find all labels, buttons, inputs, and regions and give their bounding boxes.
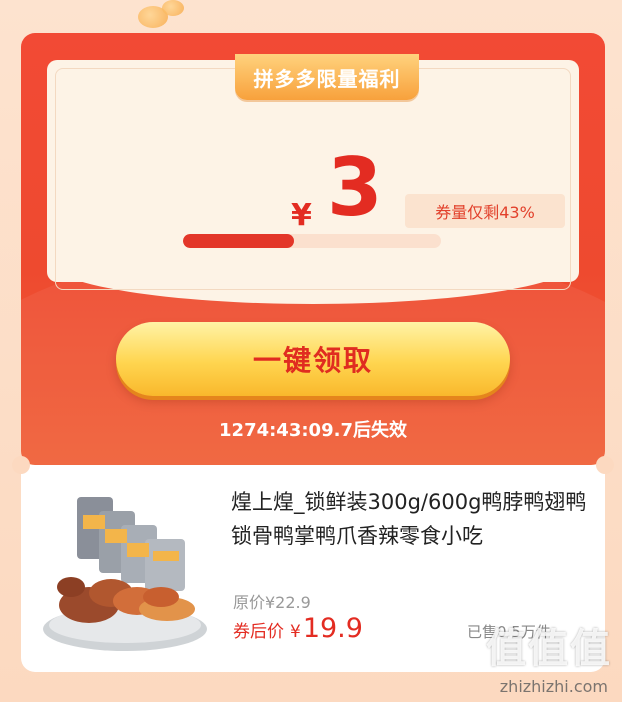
watermark-site: zhizhizhi.com [499, 677, 608, 696]
after-coupon-currency: ¥ [290, 622, 301, 642]
original-price: 原价¥22.9 [233, 593, 311, 612]
promo-tag-label: 拼多多限量福利 [235, 54, 419, 100]
remaining-progress-bar [183, 234, 441, 248]
after-coupon-amount: 19.9 [302, 613, 363, 644]
ticket-notch-right [596, 456, 614, 474]
coupon-card: 拼多多限量福利 ¥ 3 券量仅剩43% 一键领取 1274:43:09.7后失效 [21, 33, 605, 465]
coupon-amount: 3 [327, 141, 383, 234]
product-image[interactable] [41, 489, 209, 657]
ticket-notch-left [12, 456, 30, 474]
after-coupon-label: 券后价 [233, 622, 284, 642]
coin-decoration [162, 0, 184, 16]
product-title[interactable]: 煌上煌_锁鲜装300g/600g鸭脖鸭翅鸭锁骨鸭掌鸭爪香辣零食小吃 [231, 485, 591, 553]
claim-button[interactable]: 一键领取 [116, 322, 510, 396]
after-coupon-price: 券后价 ¥ 19.9 [233, 613, 363, 644]
coupon-panel: 拼多多限量福利 ¥ 3 [47, 54, 579, 304]
watermark-logo: 值值值 [486, 626, 612, 672]
remaining-badge: 券量仅剩43% [405, 194, 565, 228]
countdown-timer: 1274:43:09.7后失效 [219, 420, 407, 441]
currency-symbol: ¥ [291, 198, 312, 233]
progress-fill [183, 234, 294, 248]
promo-tag: 拼多多限量福利 [235, 54, 419, 106]
